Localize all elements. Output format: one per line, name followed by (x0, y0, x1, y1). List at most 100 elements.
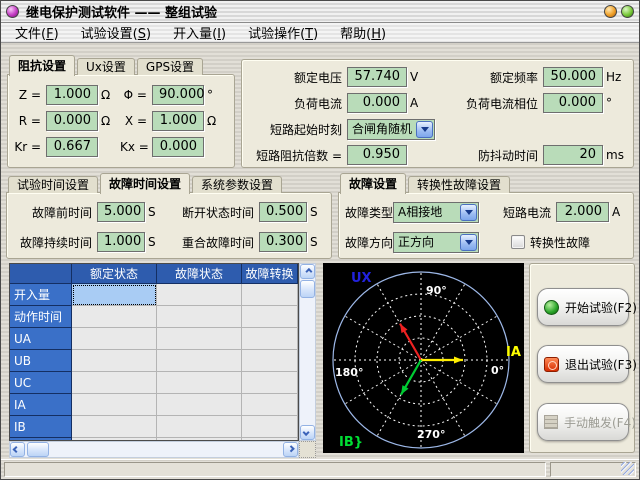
load-phase-field[interactable]: 0.000 (543, 93, 603, 113)
short-current-unit: A (609, 205, 627, 219)
menu-item[interactable]: 试验设置(S) (71, 22, 161, 43)
rated-voltage-field[interactable]: 57.740 (347, 67, 407, 87)
table-cell[interactable] (242, 306, 298, 328)
chevron-right-icon (288, 445, 295, 452)
table-cell[interactable] (157, 372, 242, 394)
start-icon (544, 300, 559, 315)
scroll-right-button[interactable] (283, 442, 298, 457)
table-cell[interactable] (72, 372, 157, 394)
open-state-time-unit: S (307, 205, 319, 219)
kr-label: Kr = (14, 140, 46, 154)
svg-text:270°: 270° (417, 428, 445, 441)
tab-故障设置[interactable]: 故障设置 (340, 173, 406, 194)
table-cell[interactable] (157, 328, 242, 350)
tab-试验时间设置[interactable]: 试验时间设置 (8, 176, 98, 193)
short-current-field[interactable]: 2.000 (556, 202, 609, 222)
prefault-time-unit: S (145, 205, 161, 219)
table-cell[interactable] (72, 394, 157, 416)
table-cell[interactable] (72, 328, 157, 350)
table-cell[interactable] (242, 350, 298, 372)
kr-field[interactable]: 0.667 (46, 137, 98, 157)
fault-type-combo[interactable]: A相接地 (393, 202, 479, 223)
table-cell[interactable] (72, 416, 157, 438)
open-state-time-label: 断开状态时间 (161, 204, 259, 221)
menu-item[interactable]: 文件(F) (5, 22, 69, 43)
fault-type-label: 故障类型 (345, 204, 393, 221)
table-cell[interactable] (157, 416, 242, 438)
manual-trigger-button[interactable]: 手动触发(F4) (537, 403, 629, 441)
tab-阻抗设置[interactable]: 阻抗设置 (9, 55, 75, 76)
tab-Ux设置[interactable]: Ux设置 (77, 58, 135, 75)
table-cell[interactable] (157, 306, 242, 328)
minimize-button[interactable] (604, 5, 617, 18)
exit-test-button[interactable]: 退出试验(F3) (537, 345, 629, 383)
stop-icon (544, 357, 559, 372)
table-horizontal-scrollbar[interactable] (9, 441, 299, 458)
tab-系统参数设置[interactable]: 系统参数设置 (192, 176, 282, 193)
phi-label: Φ = (120, 88, 152, 102)
phi-field[interactable]: 90.000 (152, 85, 204, 105)
table-cell[interactable] (157, 350, 242, 372)
scroll-up-button[interactable] (300, 264, 315, 279)
source-settings-panel: 额定电压 57.740 V 额定频率 50.000 Hz 负荷电流 0.000 … (241, 59, 634, 168)
table-row-header: IB (10, 416, 72, 438)
short-start-combo[interactable]: 合闸角随机 (347, 119, 435, 140)
scroll-left-button[interactable] (10, 442, 25, 457)
svg-text:IA: IA (506, 345, 521, 360)
x-field[interactable]: 1.000 (152, 111, 204, 131)
table-cell[interactable] (157, 394, 242, 416)
start-test-button[interactable]: 开始试验(F2) (537, 288, 629, 326)
r-field[interactable]: 0.000 (46, 111, 98, 131)
table-cell[interactable] (242, 394, 298, 416)
dropdown-arrow-icon[interactable] (460, 204, 477, 221)
chevron-down-icon (303, 429, 310, 436)
fault-duration-label: 故障持续时间 (13, 234, 97, 251)
close-button[interactable] (621, 5, 634, 18)
z-field[interactable]: 1.000 (46, 85, 98, 105)
table-vertical-scrollbar[interactable] (299, 263, 316, 441)
horizontal-scroll-thumb[interactable] (27, 442, 49, 457)
status-bar (1, 459, 639, 479)
table-row-header: UA (10, 328, 72, 350)
fault-type-value: A相接地 (394, 203, 459, 222)
dropdown-arrow-icon[interactable] (416, 121, 433, 138)
table-cell[interactable] (72, 284, 157, 306)
dropdown-arrow-icon[interactable] (460, 234, 477, 251)
kx-field[interactable]: 0.000 (152, 137, 204, 157)
anti-jitter-field[interactable]: 20 (543, 145, 603, 165)
window-title: 继电保护测试软件 —— 整组试验 (26, 2, 604, 21)
tab-转换性故障设置[interactable]: 转换性故障设置 (408, 176, 510, 193)
table-row: UC (10, 372, 298, 394)
table-cell[interactable] (72, 350, 157, 372)
fault-duration-field[interactable]: 1.000 (97, 232, 145, 252)
table-cell[interactable] (242, 284, 298, 306)
resize-grip[interactable] (621, 462, 634, 475)
table-cell[interactable] (72, 306, 157, 328)
menu-item[interactable]: 试验操作(T) (238, 22, 328, 43)
load-current-field[interactable]: 0.000 (347, 93, 407, 113)
prefault-time-field[interactable]: 5.000 (97, 202, 145, 222)
fault-direction-combo[interactable]: 正方向 (393, 232, 479, 253)
x-unit: Ω (204, 114, 218, 128)
short-start-label: 短路起始时刻 (248, 121, 347, 138)
table-cell[interactable] (242, 328, 298, 350)
impedance-multiplier-field[interactable]: 0.950 (347, 145, 407, 165)
menu-item[interactable]: 帮助(H) (330, 22, 396, 43)
rated-frequency-unit: Hz (603, 70, 627, 84)
table-cell[interactable] (157, 284, 242, 306)
table-cell[interactable] (242, 372, 298, 394)
tab-故障时间设置[interactable]: 故障时间设置 (100, 173, 190, 194)
open-state-time-field[interactable]: 0.500 (259, 202, 307, 222)
reclose-fault-time-label: 重合故障时间 (161, 234, 259, 251)
scroll-down-button[interactable] (300, 425, 315, 440)
rated-frequency-field[interactable]: 50.000 (543, 67, 603, 87)
table-row-header: 动作时间 (10, 306, 72, 328)
rated-voltage-unit: V (407, 70, 433, 84)
reclose-fault-time-field[interactable]: 0.300 (259, 232, 307, 252)
convertible-fault-checkbox[interactable] (511, 235, 525, 249)
tab-GPS设置[interactable]: GPS设置 (137, 58, 203, 75)
vertical-scroll-thumb[interactable] (300, 280, 315, 298)
table-cell[interactable] (242, 416, 298, 438)
manual-trigger-label: 手动触发(F4) (564, 414, 636, 431)
menu-item[interactable]: 开入量(I) (163, 22, 236, 43)
